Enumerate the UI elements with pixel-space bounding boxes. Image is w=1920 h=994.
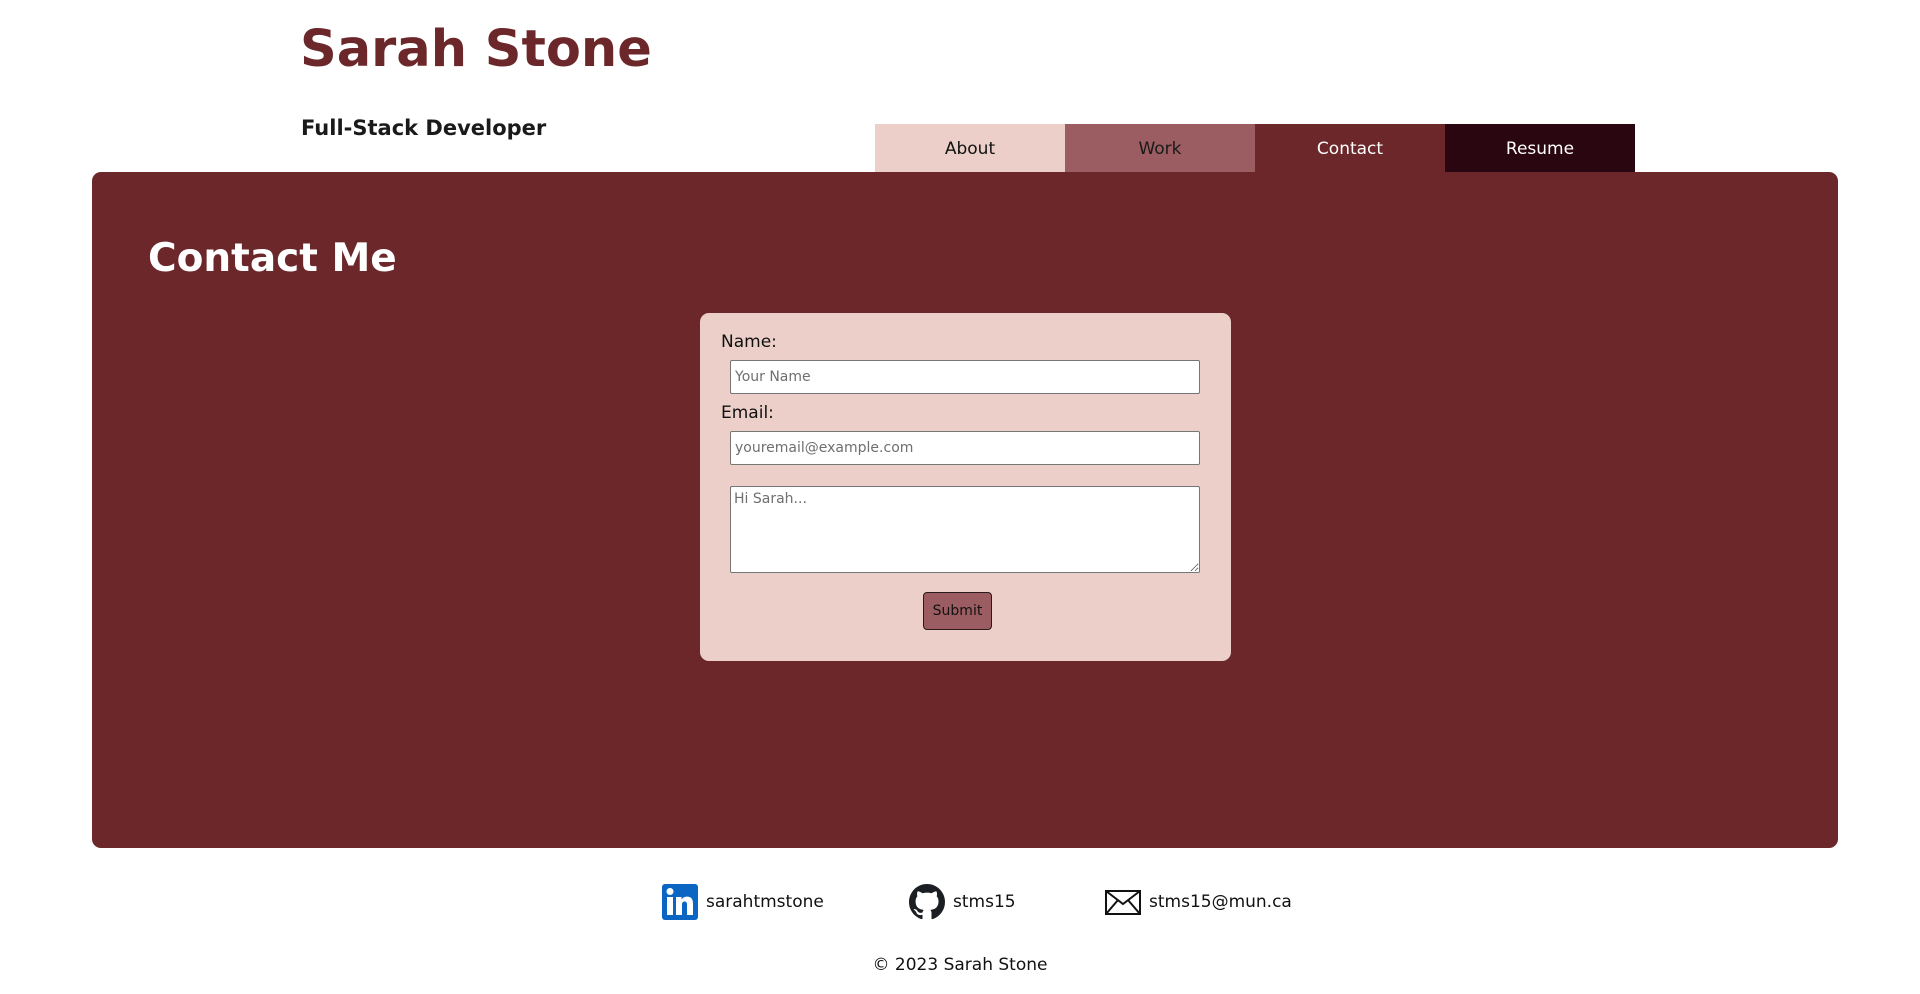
github-icon xyxy=(909,884,945,920)
message-textarea[interactable] xyxy=(730,486,1200,573)
page: Sarah Stone Full-Stack Developer About W… xyxy=(0,0,1920,994)
github-link[interactable]: stms15 xyxy=(909,884,1016,920)
email-link[interactable]: stms15@mun.ca xyxy=(1105,884,1292,920)
email-label: Email: xyxy=(721,403,774,423)
linkedin-label: sarahtmstone xyxy=(706,892,824,912)
linkedin-icon xyxy=(662,884,698,920)
email-link-label: stms15@mun.ca xyxy=(1149,892,1292,912)
nav-tab-work[interactable]: Work xyxy=(1065,124,1255,173)
github-label: stms15 xyxy=(953,892,1016,912)
contact-form: Name: Email: Submit xyxy=(700,313,1231,661)
name-label: Name: xyxy=(721,332,777,352)
copyright-text: © 2023 Sarah Stone xyxy=(872,955,1048,975)
submit-button[interactable]: Submit xyxy=(923,592,992,630)
email-input[interactable] xyxy=(730,431,1200,465)
main-nav: About Work Contact Resume xyxy=(875,124,1635,173)
contact-section: Contact Me Name: Email: Submit xyxy=(92,172,1838,848)
linkedin-link[interactable]: sarahtmstone xyxy=(662,884,824,920)
nav-tab-about[interactable]: About xyxy=(875,124,1065,173)
nav-tab-resume[interactable]: Resume xyxy=(1445,124,1635,173)
site-subtitle: Full-Stack Developer xyxy=(301,116,547,140)
section-title: Contact Me xyxy=(148,236,397,281)
envelope-icon xyxy=(1105,884,1141,920)
name-input[interactable] xyxy=(730,360,1200,394)
nav-tab-contact[interactable]: Contact xyxy=(1255,124,1445,173)
site-title: Sarah Stone xyxy=(300,20,652,79)
footer-links: sarahtmstone stms15 stms15@mun.ca xyxy=(0,884,1920,920)
